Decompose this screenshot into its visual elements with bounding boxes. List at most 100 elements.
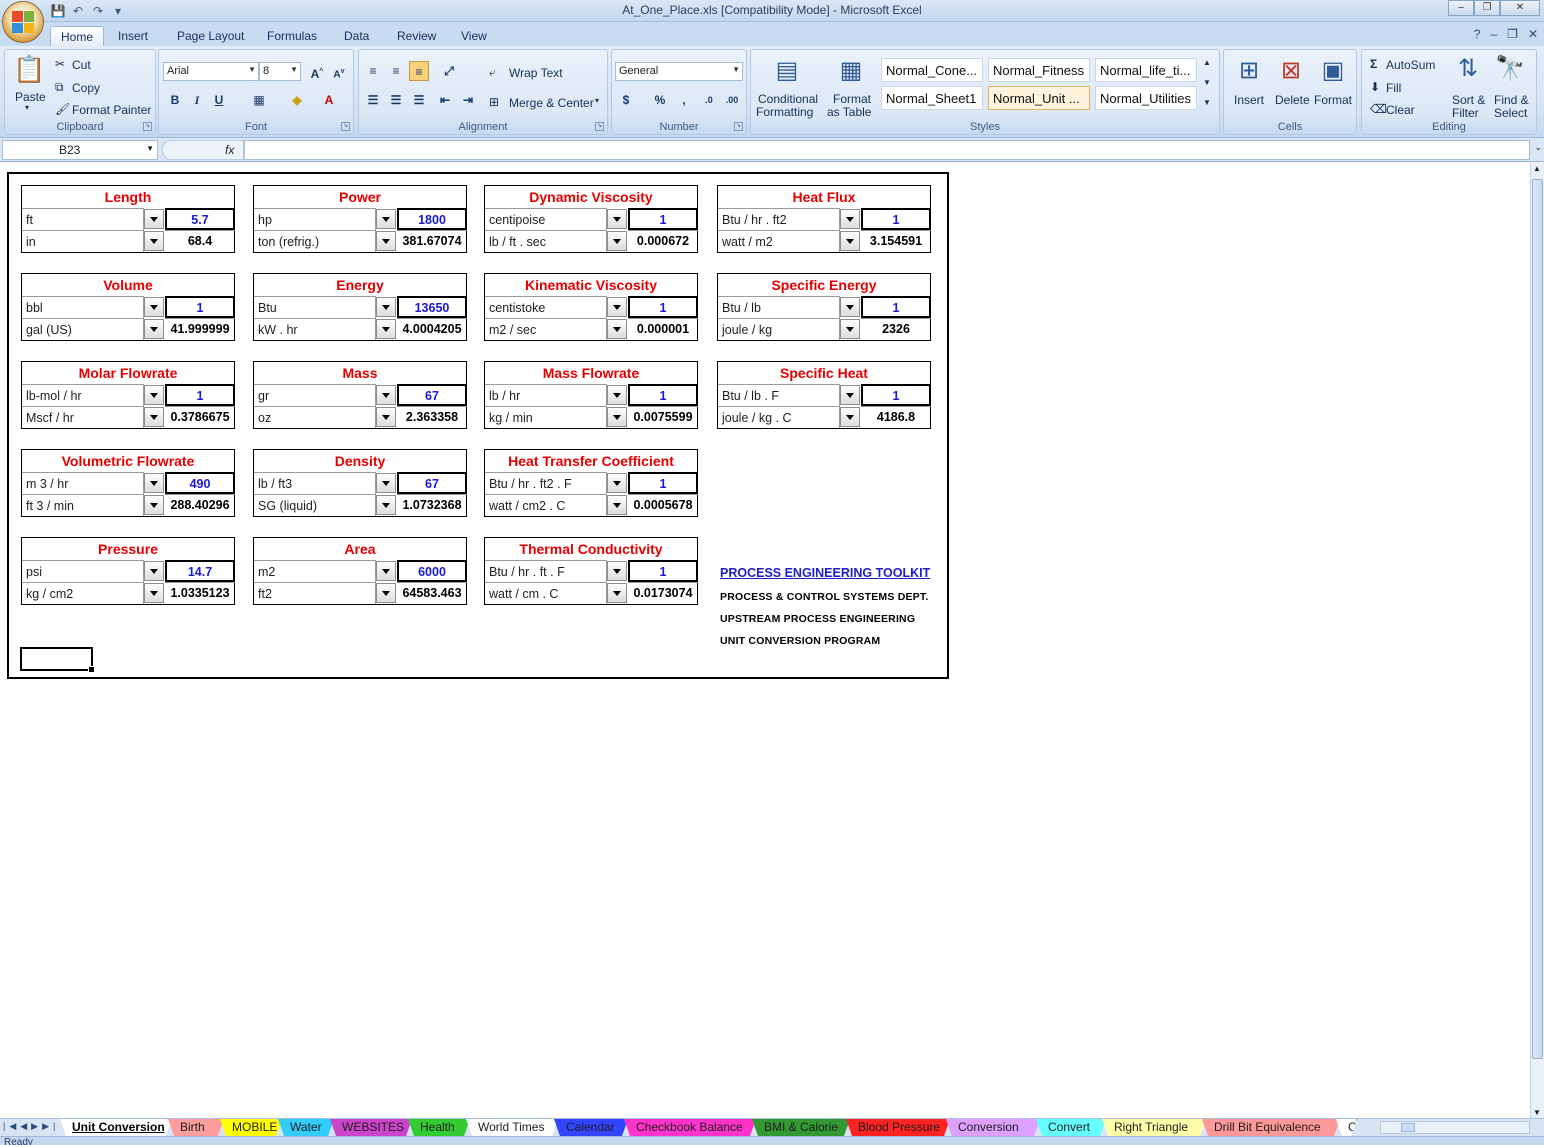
to-unit-select[interactable]: kg / cm2 [22,582,144,604]
tab-insert[interactable]: Insert [118,26,148,46]
font-launcher-icon[interactable]: ↘ [341,122,350,131]
to-unit-select[interactable]: Mscf / hr [22,406,144,428]
paste-icon[interactable]: 📋 [13,54,45,86]
from-unit-dropdown-icon[interactable] [144,473,164,493]
increase-decimal-icon[interactable]: .0 [699,90,719,110]
align-left-icon[interactable]: ☰ [363,90,383,110]
to-unit-select[interactable]: joule / kg [718,318,840,340]
cell-style-normal-cone[interactable]: Normal_Cone... [881,58,983,82]
close-button[interactable]: ✕ [1500,0,1540,16]
from-unit-dropdown-icon[interactable] [840,297,860,317]
align-center-icon[interactable]: ☰ [386,90,406,110]
vertical-scroll-thumb[interactable] [1532,179,1543,1059]
to-unit-dropdown-icon[interactable] [144,407,164,427]
from-unit-dropdown-icon[interactable] [376,385,396,405]
merge-center-button[interactable]: Merge & Center [509,96,594,110]
font-size-combo[interactable]: 8 ▼ [259,62,301,81]
format-cells-icon[interactable]: ▣ [1316,56,1350,85]
to-unit-dropdown-icon[interactable] [144,319,164,339]
to-unit-dropdown-icon[interactable] [376,231,396,251]
autosum-icon[interactable]: Σ [1370,57,1377,71]
sheet-tab-world-times[interactable]: World Times [466,1119,558,1136]
help-icon[interactable]: ? [1474,27,1481,41]
decrease-indent-icon[interactable]: ⇤ [435,90,455,110]
horizontal-scroll-thumb[interactable] [1401,1123,1415,1132]
input-value-cell[interactable]: 14.7 [165,560,235,582]
tab-data[interactable]: Data [344,26,369,46]
from-unit-select[interactable]: Btu / hr . ft2 . F [485,472,607,494]
to-unit-dropdown-icon[interactable] [840,407,860,427]
shrink-font-icon[interactable]: Av [329,62,349,82]
sort-filter-label-2[interactable]: Filter [1452,106,1479,120]
from-unit-select[interactable]: Btu / hr . ft2 [718,208,840,230]
to-unit-select[interactable]: joule / kg . C [718,406,840,428]
cell-style-normal-fitness[interactable]: Normal_Fitness [988,58,1090,82]
from-unit-dropdown-icon[interactable] [144,297,164,317]
from-unit-dropdown-icon[interactable] [376,297,396,317]
format-as-table-label-1[interactable]: Format [833,92,871,106]
from-unit-dropdown-icon[interactable] [144,209,164,229]
format-as-table-icon[interactable]: ▦ [835,56,867,85]
cut-button[interactable]: Cut [72,58,91,72]
grow-font-icon[interactable]: A^ [307,62,327,82]
input-value-cell[interactable]: 1 [628,472,698,494]
to-unit-dropdown-icon[interactable] [607,231,627,251]
currency-button[interactable]: $ [616,90,636,110]
from-unit-select[interactable]: m2 [254,560,376,582]
to-unit-select[interactable]: kg / min [485,406,607,428]
office-button[interactable] [2,1,44,43]
autosum-button[interactable]: AutoSum [1386,58,1435,72]
input-value-cell[interactable]: 67 [397,472,467,494]
delete-cells-icon[interactable]: ⊠ [1274,56,1308,85]
sheet-tab-health[interactable]: Health [408,1119,470,1136]
close-workbook-icon[interactable]: ✕ [1528,27,1538,41]
from-unit-dropdown-icon[interactable] [607,385,627,405]
sheet-tab-calendar[interactable]: Calendar [554,1119,628,1136]
restore-button[interactable]: ❐ [1474,0,1500,16]
input-value-cell[interactable]: 490 [165,472,235,494]
name-box[interactable]: B23 ▼ [2,140,158,160]
sort-filter-icon[interactable]: ⇅ [1450,54,1486,83]
from-unit-select[interactable]: psi [22,560,144,582]
input-value-cell[interactable]: 5.7 [165,208,235,230]
input-value-cell[interactable]: 1800 [397,208,467,230]
sheet-nav-icons[interactable]: |◀◀▶▶| [3,1121,59,1132]
to-unit-dropdown-icon[interactable] [840,231,860,251]
sheet-tab-bmi-calorie[interactable]: BMI & Calorie [752,1119,850,1136]
sheet-tab-birth[interactable]: Birth [168,1119,224,1136]
insert-cells-icon[interactable]: ⊞ [1232,56,1266,85]
bold-button[interactable]: B [165,90,185,110]
from-unit-select[interactable]: lb / ft3 [254,472,376,494]
increase-indent-icon[interactable]: ⇥ [458,90,478,110]
expand-formula-bar-icon[interactable]: ⌄ [1534,142,1542,153]
from-unit-select[interactable]: ft [22,208,144,230]
from-unit-select[interactable]: lb-mol / hr [22,384,144,406]
input-value-cell[interactable]: 1 [861,384,931,406]
from-unit-dropdown-icon[interactable] [376,209,396,229]
find-select-label-1[interactable]: Find & [1494,93,1529,107]
from-unit-dropdown-icon[interactable] [144,385,164,405]
input-value-cell[interactable]: 1 [628,384,698,406]
wrap-text-button[interactable]: Wrap Text [509,66,563,80]
input-value-cell[interactable]: 13650 [397,296,467,318]
cell-style-normal-sheet1[interactable]: Normal_Sheet1 [881,86,983,110]
borders-icon[interactable]: ▦ [249,90,269,110]
align-top-icon[interactable]: ≡ [363,61,383,81]
to-unit-select[interactable]: kW . hr [254,318,376,340]
decrease-decimal-icon[interactable]: .00 [722,90,742,110]
from-unit-select[interactable]: Btu / lb . F [718,384,840,406]
copy-button[interactable]: Copy [72,81,100,95]
conditional-formatting-label-1[interactable]: Conditional [758,92,818,106]
clipboard-launcher-icon[interactable]: ↘ [143,122,152,131]
from-unit-select[interactable]: lb / hr [485,384,607,406]
sort-filter-label-1[interactable]: Sort & [1452,93,1485,107]
input-value-cell[interactable]: 67 [397,384,467,406]
from-unit-select[interactable]: centipoise [485,208,607,230]
cut-icon[interactable]: ✂ [55,57,65,71]
styles-scroll-up-icon[interactable]: ▲ [1203,58,1211,67]
to-unit-dropdown-icon[interactable] [376,407,396,427]
to-unit-dropdown-icon[interactable] [144,583,164,603]
to-unit-select[interactable]: oz [254,406,376,428]
insert-cells-button[interactable]: Insert [1234,93,1264,107]
input-value-cell[interactable]: 1 [861,208,931,230]
